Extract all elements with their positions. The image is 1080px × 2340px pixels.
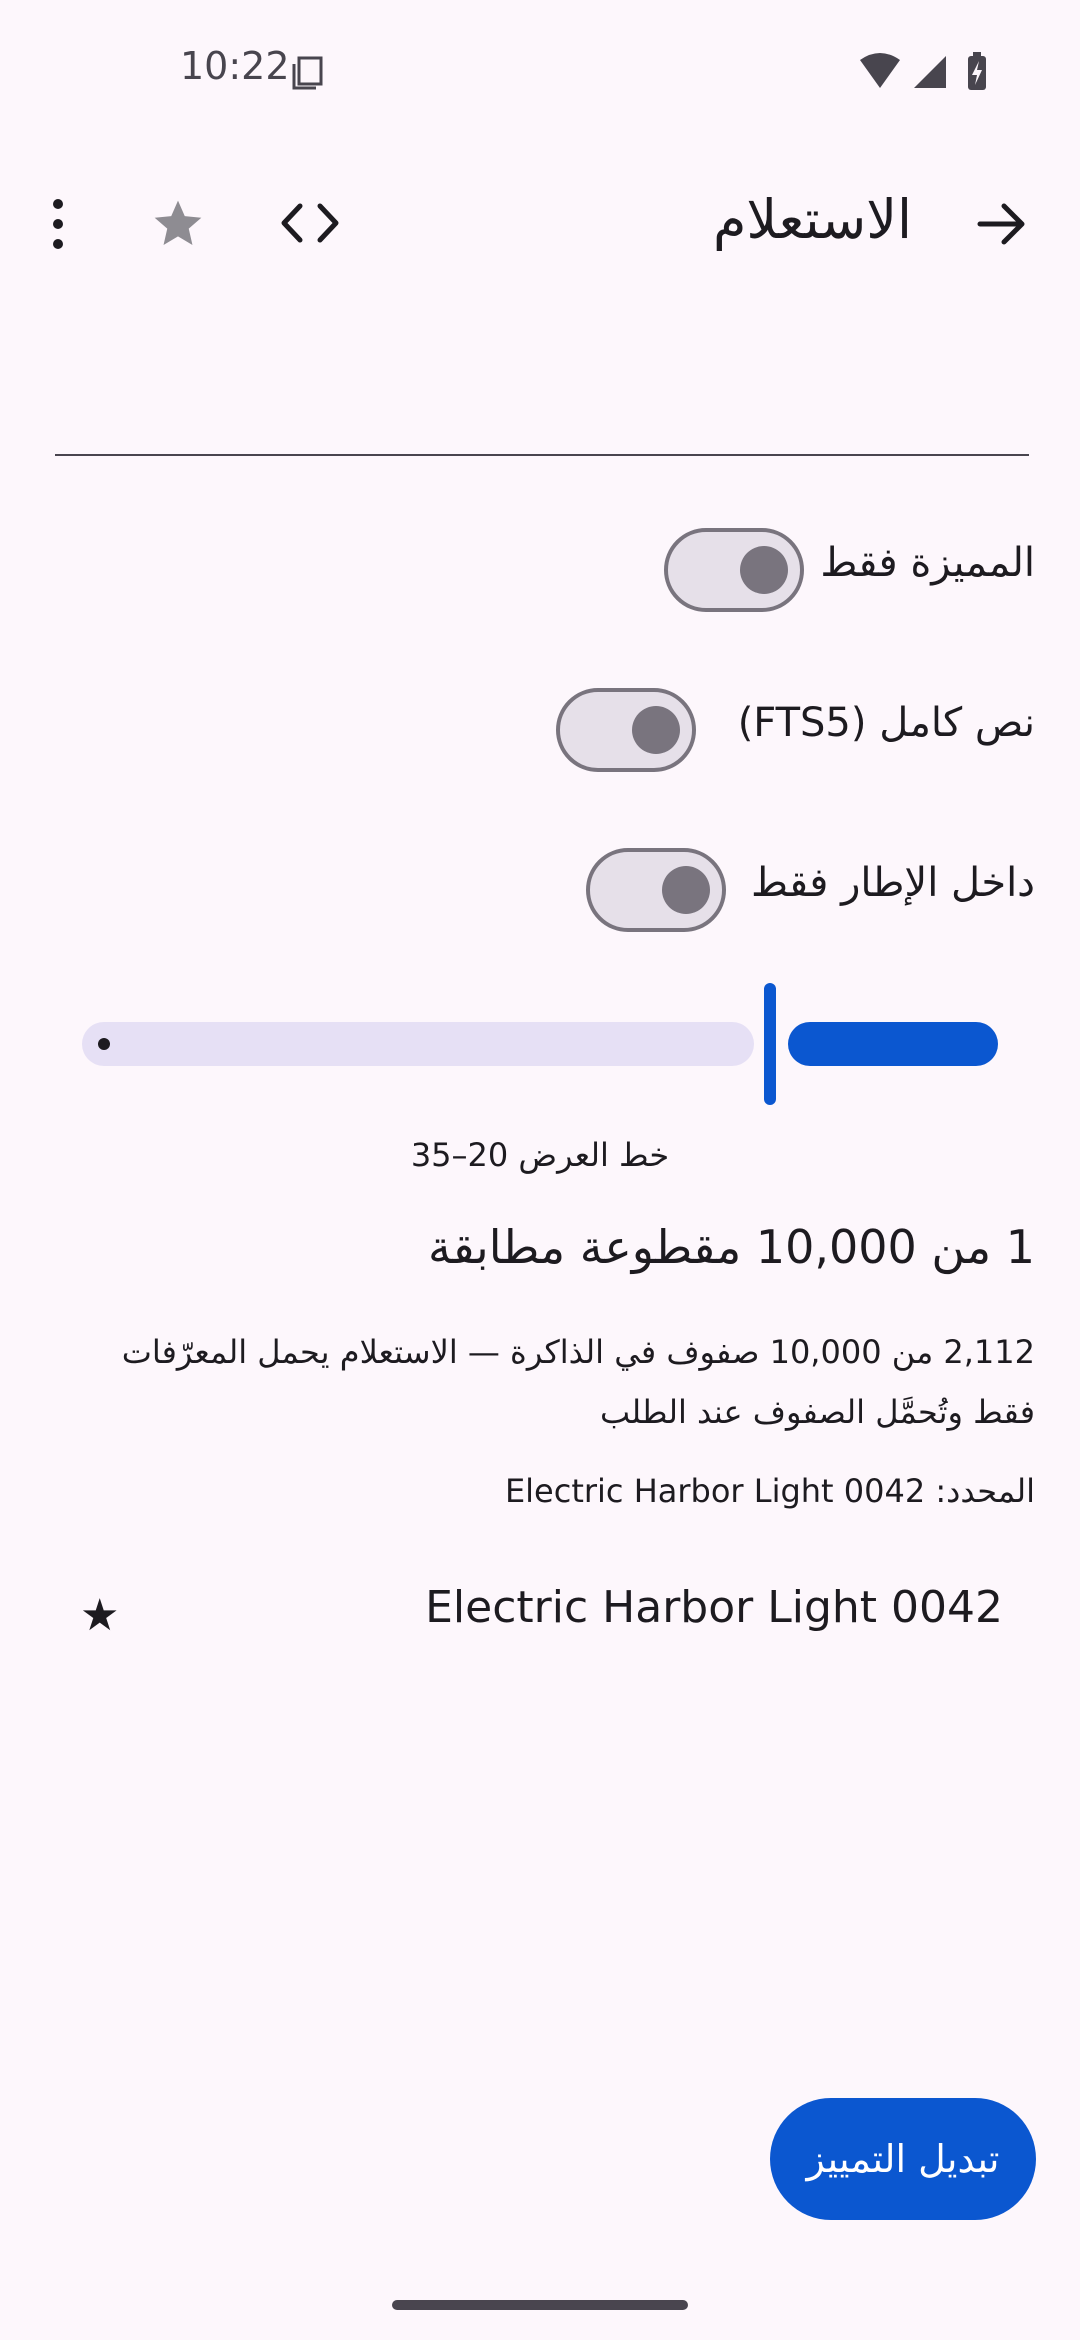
list-item[interactable]: ★ Electric Harbor Light 0042	[60, 1570, 1020, 1660]
slider-track-active[interactable]	[788, 1022, 998, 1066]
memory-note: 2,112 من 10,000 صفوف في الذاكرة — الاستع…	[121, 1333, 1035, 1431]
switch-thumb	[740, 546, 788, 594]
cell-signal-icon	[914, 56, 946, 88]
list-item-title: Electric Harbor Light 0042	[425, 1582, 1003, 1633]
slider-handle[interactable]	[764, 983, 776, 1105]
switch-thumb	[632, 706, 680, 754]
starred-icon: ★	[80, 1590, 120, 1641]
status-time: 10:22	[180, 44, 290, 88]
switch-thumb	[662, 866, 710, 914]
star-icon[interactable]	[150, 196, 206, 252]
code-icon[interactable]	[280, 200, 340, 246]
switch-label-full-text: نص كامل (FTS5)	[737, 700, 1035, 746]
home-indicator[interactable]	[392, 2300, 688, 2310]
selected-item-label: المحدد: Electric Harbor Light 0042	[504, 1472, 1035, 1510]
toggle-star-button[interactable]: تبديل التمييز	[770, 2098, 1036, 2220]
switch-label-in-frame: داخل الإطار فقط	[751, 860, 1035, 906]
in-frame-switch[interactable]	[586, 848, 726, 932]
slider-stop-indicator	[98, 1038, 110, 1050]
full-text-switch[interactable]	[556, 688, 696, 772]
switch-label-starred-only: المميزة فقط	[820, 540, 1035, 586]
starred-only-switch[interactable]	[664, 528, 804, 612]
screenshot-notification-icon	[290, 54, 323, 90]
slider-track-inactive[interactable]	[82, 1022, 754, 1066]
status-icons	[858, 50, 1008, 90]
back-arrow-icon[interactable]	[974, 196, 1030, 252]
more-vert-icon[interactable]	[48, 196, 68, 252]
query-input[interactable]	[55, 340, 1029, 456]
latitude-range-label: خط العرض 20–35	[410, 1136, 670, 1174]
battery-icon	[968, 52, 986, 90]
match-count: 1 من 10,000 مقطوعة مطابقة	[427, 1220, 1035, 1274]
wifi-icon	[860, 53, 900, 88]
page-title: الاستعلام	[712, 188, 912, 251]
